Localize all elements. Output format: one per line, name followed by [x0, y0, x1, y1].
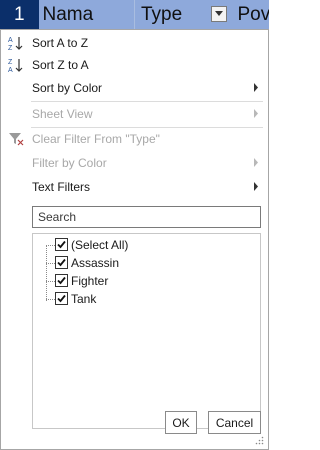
autofilter-menu: A Z Sort A to Z Z A Sort Z to A Sort by … — [0, 29, 269, 450]
menu-separator — [31, 101, 263, 102]
sheet-view-item: Sheet View — [1, 103, 268, 125]
tree-connector — [46, 281, 55, 282]
svg-text:Z: Z — [8, 59, 13, 66]
column-header-next[interactable]: Pov — [231, 0, 269, 29]
chevron-right-icon — [254, 83, 258, 92]
resize-grip-icon[interactable] — [255, 436, 264, 445]
tree-connector — [46, 245, 55, 246]
sort-by-color-item[interactable]: Sort by Color — [1, 77, 268, 99]
list-item-label: (Select All) — [71, 238, 129, 252]
filter-dropdown-button[interactable] — [211, 6, 228, 22]
checkbox-checked-icon[interactable] — [55, 238, 68, 251]
svg-text:Z: Z — [8, 45, 13, 51]
sort-z-to-a-item[interactable]: Z A Sort Z to A — [1, 54, 268, 76]
checkbox-checked-icon[interactable] — [55, 292, 68, 305]
cancel-button[interactable]: Cancel — [208, 411, 261, 434]
sheet-view-label: Sheet View — [32, 107, 93, 121]
tree-connector — [46, 263, 55, 264]
filter-value-list[interactable]: (Select All) Assassin Fighter Tank — [32, 233, 261, 429]
ok-button[interactable]: OK — [165, 411, 197, 434]
filter-arrow-icon — [215, 11, 224, 16]
sort-ascending-icon: A Z — [8, 37, 23, 51]
text-filters-label: Text Filters — [32, 180, 91, 194]
column-header-type[interactable]: Type — [135, 0, 232, 29]
clear-filter-icon — [9, 133, 24, 146]
checkbox-checked-icon[interactable] — [55, 256, 68, 269]
list-item-label: Assassin — [71, 256, 120, 270]
filter-by-color-label: Filter by Color — [32, 156, 107, 170]
tree-connector — [46, 299, 55, 300]
text-filters-item[interactable]: Text Filters — [1, 176, 268, 198]
row-number[interactable]: 1 — [0, 0, 39, 29]
clear-filter-item: Clear Filter From "Type" — [1, 128, 268, 150]
column-header-type-label: Type — [140, 3, 183, 25]
sort-by-color-label: Sort by Color — [32, 81, 103, 95]
clear-filter-label: Clear Filter From "Type" — [32, 132, 160, 146]
chevron-right-icon — [254, 109, 258, 118]
sort-a-to-z-label: Sort A to Z — [32, 36, 89, 50]
sort-z-to-a-label: Sort Z to A — [32, 58, 89, 72]
list-item-label: Tank — [71, 292, 97, 306]
search-input[interactable]: Search — [32, 206, 261, 228]
checkbox-checked-icon[interactable] — [55, 274, 68, 287]
svg-text:A: A — [8, 37, 13, 44]
tree-connector — [46, 246, 47, 301]
filter-by-color-item: Filter by Color — [1, 152, 268, 174]
column-header-nama[interactable]: Nama — [39, 0, 135, 29]
chevron-right-icon — [254, 158, 258, 167]
sort-a-to-z-item[interactable]: A Z Sort A to Z — [1, 32, 268, 54]
chevron-right-icon — [254, 182, 258, 191]
svg-text:A: A — [8, 67, 13, 73]
list-item-label: Fighter — [71, 274, 109, 288]
sheet-header-row: 1 Nama Type Pov — [0, 0, 269, 29]
sort-descending-icon: Z A — [8, 59, 23, 73]
